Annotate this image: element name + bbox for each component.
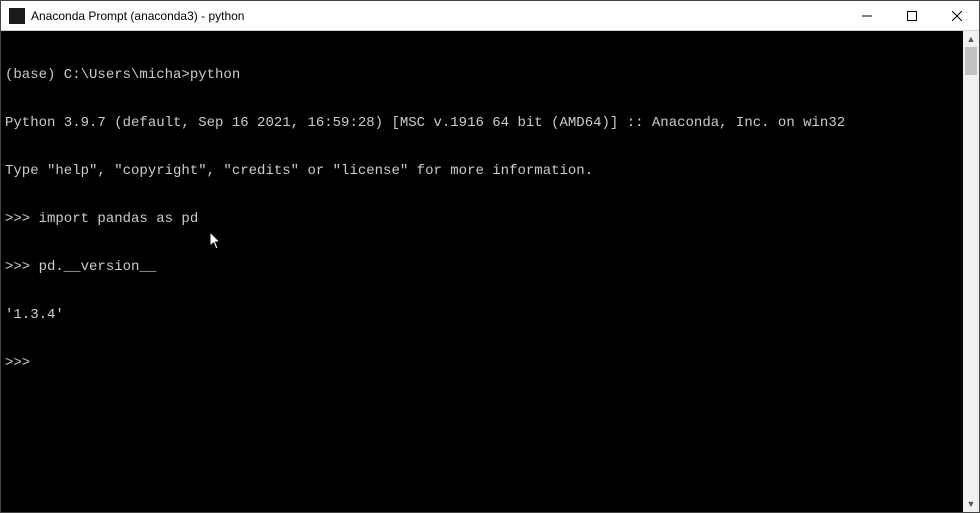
close-button[interactable]: [934, 1, 979, 30]
maximize-icon: [907, 11, 917, 21]
terminal-app-icon: [9, 8, 25, 24]
terminal-line: >>> pd.__version__: [5, 259, 959, 275]
scroll-up-arrow-icon[interactable]: ▲: [963, 31, 979, 47]
scroll-thumb[interactable]: [965, 47, 977, 75]
minimize-button[interactable]: [844, 1, 889, 30]
window: Anaconda Prompt (anaconda3) - python (ba…: [1, 1, 979, 512]
scroll-down-arrow-icon[interactable]: ▼: [963, 496, 979, 512]
terminal[interactable]: (base) C:\Users\micha>python Python 3.9.…: [1, 31, 963, 512]
window-title: Anaconda Prompt (anaconda3) - python: [31, 9, 244, 23]
terminal-line: >>> import pandas as pd: [5, 211, 959, 227]
vertical-scrollbar[interactable]: ▲ ▼: [963, 31, 979, 512]
terminal-line: >>>: [5, 355, 959, 371]
titlebar[interactable]: Anaconda Prompt (anaconda3) - python: [1, 1, 979, 31]
maximize-button[interactable]: [889, 1, 934, 30]
terminal-line: Python 3.9.7 (default, Sep 16 2021, 16:5…: [5, 115, 959, 131]
scroll-track[interactable]: [963, 47, 979, 496]
minimize-icon: [862, 11, 872, 21]
window-controls: [844, 1, 979, 30]
terminal-line: (base) C:\Users\micha>python: [5, 67, 959, 83]
terminal-container: (base) C:\Users\micha>python Python 3.9.…: [1, 31, 979, 512]
terminal-line: Type "help", "copyright", "credits" or "…: [5, 163, 959, 179]
close-icon: [952, 11, 962, 21]
terminal-line: '1.3.4': [5, 307, 959, 323]
